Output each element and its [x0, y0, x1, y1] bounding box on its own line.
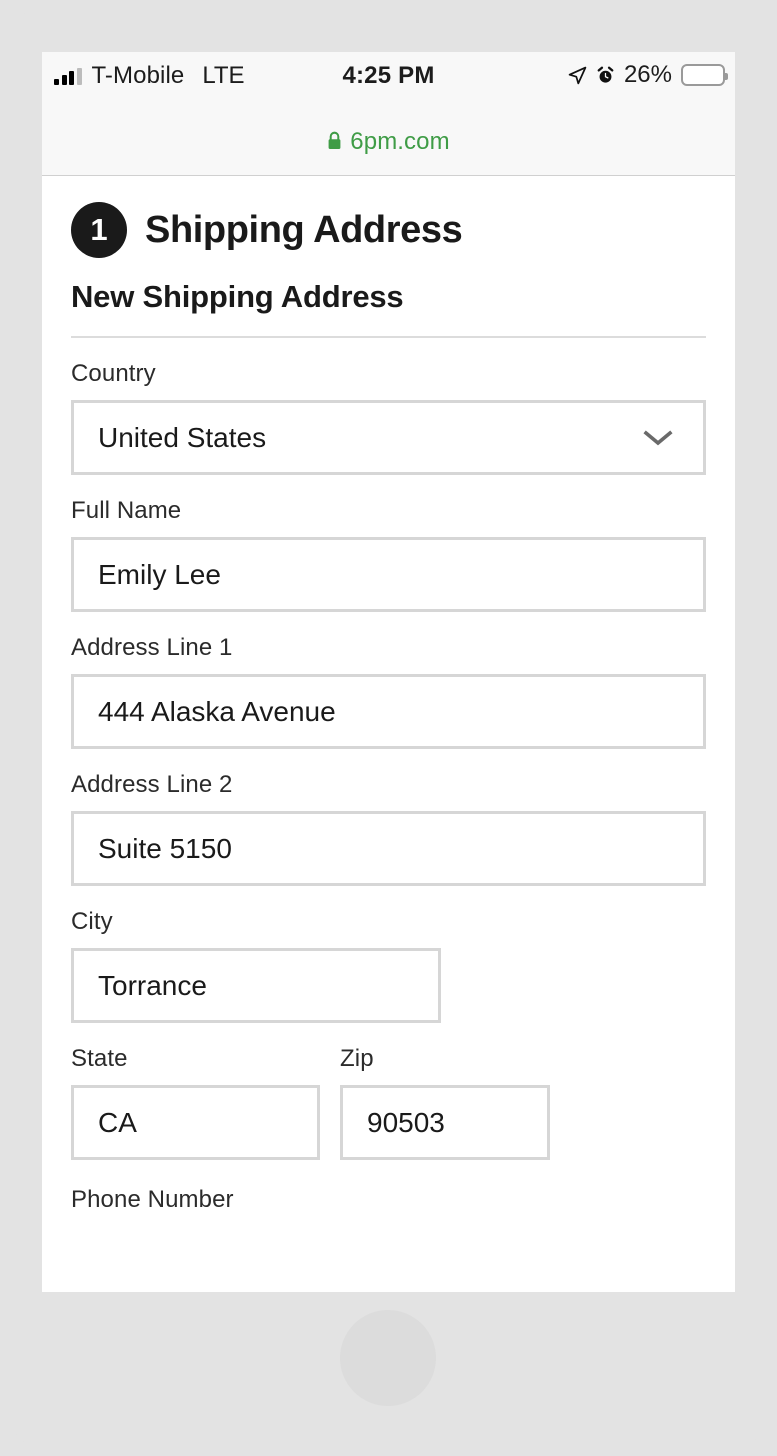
state-input[interactable]: CA — [71, 1085, 320, 1160]
country-select[interactable]: United States — [71, 400, 706, 475]
lock-icon — [328, 131, 341, 149]
label-country: Country — [71, 360, 156, 387]
location-arrow-icon — [568, 66, 587, 84]
alarm-clock-icon — [597, 66, 614, 83]
status-bar-right: 26% — [568, 61, 728, 89]
label-phone-number: Phone Number — [71, 1186, 234, 1213]
phone-frame: T-Mobile LTE 4:25 PM 26% 6pm.com 1 Shipp… — [0, 0, 777, 1456]
field-country: Country United States — [71, 360, 706, 475]
page-title: Shipping Address — [145, 208, 463, 251]
address-line-2-input[interactable]: Suite 5150 — [71, 811, 706, 886]
field-address-line-2: Address Line 2 Suite 5150 — [71, 771, 706, 886]
label-address-line-2: Address Line 2 — [71, 771, 233, 798]
field-zip: Zip 90503 — [340, 1045, 550, 1160]
page-content: 1 Shipping Address New Shipping Address … — [42, 202, 735, 1214]
label-city: City — [71, 908, 113, 935]
label-full-name: Full Name — [71, 497, 182, 524]
label-address-line-1: Address Line 1 — [71, 634, 233, 661]
field-phone-number: Phone Number — [71, 1186, 706, 1214]
home-button[interactable] — [340, 1310, 436, 1406]
battery-icon — [681, 64, 728, 86]
country-select-value: United States — [98, 421, 267, 453]
label-zip: Zip — [340, 1045, 374, 1072]
section-title: New Shipping Address — [71, 279, 404, 314]
full-name-input[interactable]: Emily Lee — [71, 537, 706, 612]
field-state: State CA — [71, 1045, 320, 1160]
chevron-down-icon — [643, 429, 673, 445]
field-address-line-1: Address Line 1 444 Alaska Avenue — [71, 634, 706, 749]
field-city: City Torrance — [71, 908, 706, 1023]
state-zip-row: State CA Zip 90503 — [71, 1045, 706, 1160]
browser-url-bar[interactable]: 6pm.com — [42, 128, 735, 176]
checkout-step-header: 1 Shipping Address — [71, 202, 706, 258]
status-bar: T-Mobile LTE 4:25 PM 26% — [42, 52, 735, 128]
url-text: 6pm.com — [350, 128, 450, 155]
section-divider — [71, 336, 706, 338]
phone-screen: T-Mobile LTE 4:25 PM 26% 6pm.com 1 Shipp… — [42, 52, 735, 1292]
battery-percent-label: 26% — [623, 61, 672, 88]
step-number-badge: 1 — [71, 202, 127, 258]
field-full-name: Full Name Emily Lee — [71, 497, 706, 612]
label-state: State — [71, 1045, 128, 1072]
city-input[interactable]: Torrance — [71, 948, 441, 1023]
zip-input[interactable]: 90503 — [340, 1085, 550, 1160]
address-line-1-input[interactable]: 444 Alaska Avenue — [71, 674, 706, 749]
